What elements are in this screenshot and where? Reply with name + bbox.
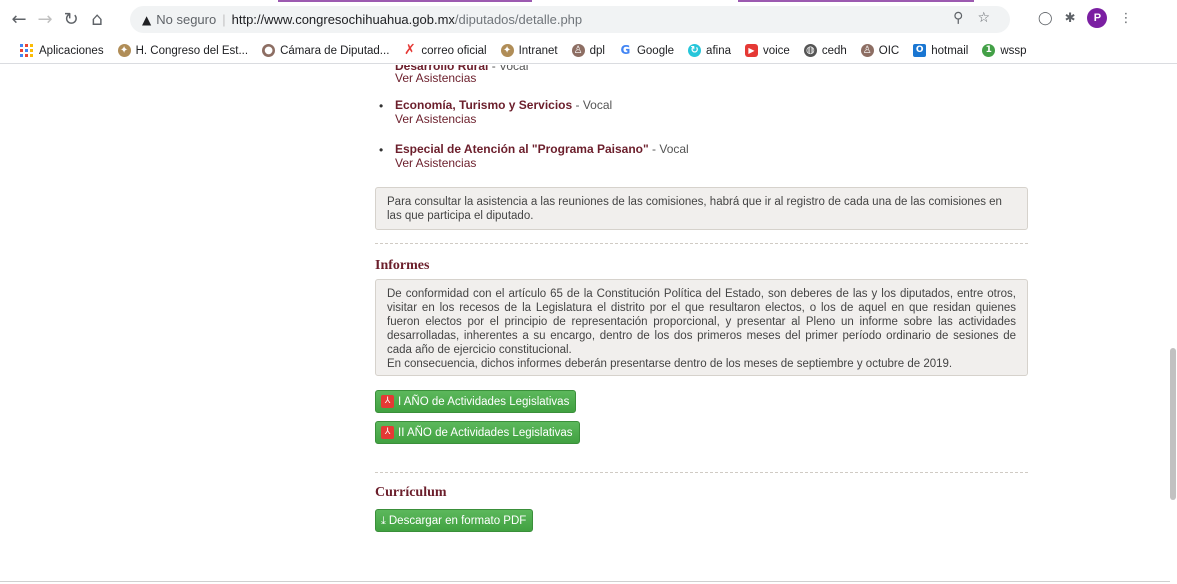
zoom-icon[interactable]: ⚲ bbox=[953, 10, 963, 26]
informe-1-button[interactable]: ⅄ I AÑO de Actividades Legislativas bbox=[375, 390, 577, 413]
informes-text: De conformidad con el artículo 65 de la … bbox=[375, 279, 1028, 376]
ver-asistencias-link[interactable]: Ver Asistencias bbox=[395, 156, 476, 170]
bullet: • bbox=[379, 99, 384, 113]
globe-icon: ◍ bbox=[803, 44, 817, 57]
bookmarks-bar: Aplicaciones ✦ H. Congreso del Est... ● Cá… bbox=[0, 38, 1177, 64]
bookmark-dpl[interactable]: ♙ dpl bbox=[571, 44, 605, 57]
person-icon: ♙ bbox=[860, 44, 874, 57]
informe-2-button[interactable]: ⅄ II AÑO de Actividades Legislativas bbox=[375, 421, 580, 444]
bookmark-cedh[interactable]: ◍ cedh bbox=[803, 44, 847, 57]
puzzle-icon[interactable]: ✱ bbox=[1065, 11, 1076, 26]
bookmark-congreso[interactable]: ✦ H. Congreso del Est... bbox=[117, 44, 248, 57]
apps-icon[interactable] bbox=[20, 44, 33, 57]
bullet: • bbox=[379, 143, 384, 157]
bookmark-wssp[interactable]: 1 wssp bbox=[982, 44, 1027, 57]
pdf-icon: ⅄ bbox=[381, 395, 394, 408]
google-icon: G bbox=[620, 43, 631, 57]
ver-asistencias-link[interactable]: Ver Asistencias bbox=[395, 71, 476, 85]
menu-icon[interactable]: ⋮ bbox=[1119, 11, 1132, 26]
back-icon[interactable]: ← bbox=[6, 6, 32, 32]
divider bbox=[375, 472, 1028, 473]
outlook-icon: O bbox=[913, 44, 927, 57]
person-icon: ♙ bbox=[571, 44, 585, 57]
forward-icon[interactable]: → bbox=[32, 6, 58, 32]
youtube-icon: ▶ bbox=[744, 44, 758, 57]
ver-asistencias-link[interactable]: Ver Asistencias bbox=[395, 112, 476, 126]
separator: | bbox=[222, 12, 226, 27]
reload-icon[interactable]: ↻ bbox=[58, 6, 84, 32]
avatar[interactable]: P bbox=[1087, 8, 1108, 28]
warning-icon[interactable]: ▲ bbox=[142, 13, 151, 27]
congress-icon: ✦ bbox=[117, 44, 131, 57]
divider bbox=[375, 243, 1028, 244]
url-path[interactable]: /diputados/detalle.php bbox=[455, 12, 582, 27]
x-icon: ✗ bbox=[404, 42, 416, 58]
comision-title: Especial de Atención al "Programa Paisan… bbox=[395, 142, 689, 156]
bookmark-voice[interactable]: ▶ voice bbox=[744, 44, 790, 57]
congress-icon: ✦ bbox=[500, 44, 514, 57]
scrollbar-thumb[interactable] bbox=[1170, 348, 1176, 500]
bookmark-google[interactable]: G Google bbox=[619, 43, 675, 57]
scrollbar-track[interactable] bbox=[1169, 65, 1177, 584]
download-pdf-button[interactable]: ⤓ Descargar en formato PDF bbox=[375, 509, 534, 532]
camara-icon: ● bbox=[262, 44, 276, 57]
star-icon[interactable]: ☆ bbox=[977, 10, 990, 26]
bookmark-oic[interactable]: ♙ OIC bbox=[860, 44, 899, 57]
security-label[interactable]: No seguro bbox=[156, 12, 216, 27]
whatsapp-icon: 1 bbox=[982, 44, 996, 57]
bookmark-afina[interactable]: ↻ afina bbox=[688, 44, 731, 57]
curriculum-heading: Currículum bbox=[375, 485, 447, 500]
url-host[interactable]: http://www.congresochihuahua.gob.mx bbox=[232, 12, 455, 27]
browser-toolbar: ← → ↻ ⌂ ▲ No seguro | http://www.congres… bbox=[0, 0, 1177, 38]
pdf-icon: ⅄ bbox=[381, 426, 394, 439]
bookmark-intranet[interactable]: ✦ Intranet bbox=[500, 44, 558, 57]
download-icon: ⤓ bbox=[381, 513, 386, 527]
tab-indicator bbox=[738, 0, 974, 2]
bookmark-aplicaciones[interactable]: Aplicaciones bbox=[39, 45, 104, 57]
home-icon[interactable]: ⌂ bbox=[84, 6, 110, 32]
page-body: Desarrollo Rural - Vocal Ver Asistencias… bbox=[0, 65, 1177, 584]
bookmark-correo[interactable]: ✗ correo oficial bbox=[403, 42, 487, 58]
informes-heading: Informes bbox=[375, 258, 430, 273]
bookmark-camara[interactable]: ● Cámara de Diputad... bbox=[262, 44, 389, 57]
page-bottom-border bbox=[0, 581, 1170, 582]
comisiones-notice: Para consultar la asistencia a las reuni… bbox=[375, 187, 1028, 230]
bookmark-hotmail[interactable]: Ohotmail bbox=[913, 44, 968, 57]
comision-title: Economía, Turismo y Servicios - Vocal bbox=[395, 98, 613, 112]
tab-indicator bbox=[278, 0, 532, 2]
extension-circle-icon[interactable]: ◯ bbox=[1038, 11, 1053, 26]
address-bar[interactable]: ▲ No seguro | http://www.congresochihuah… bbox=[130, 6, 1010, 33]
afina-icon: ↻ bbox=[688, 44, 702, 57]
